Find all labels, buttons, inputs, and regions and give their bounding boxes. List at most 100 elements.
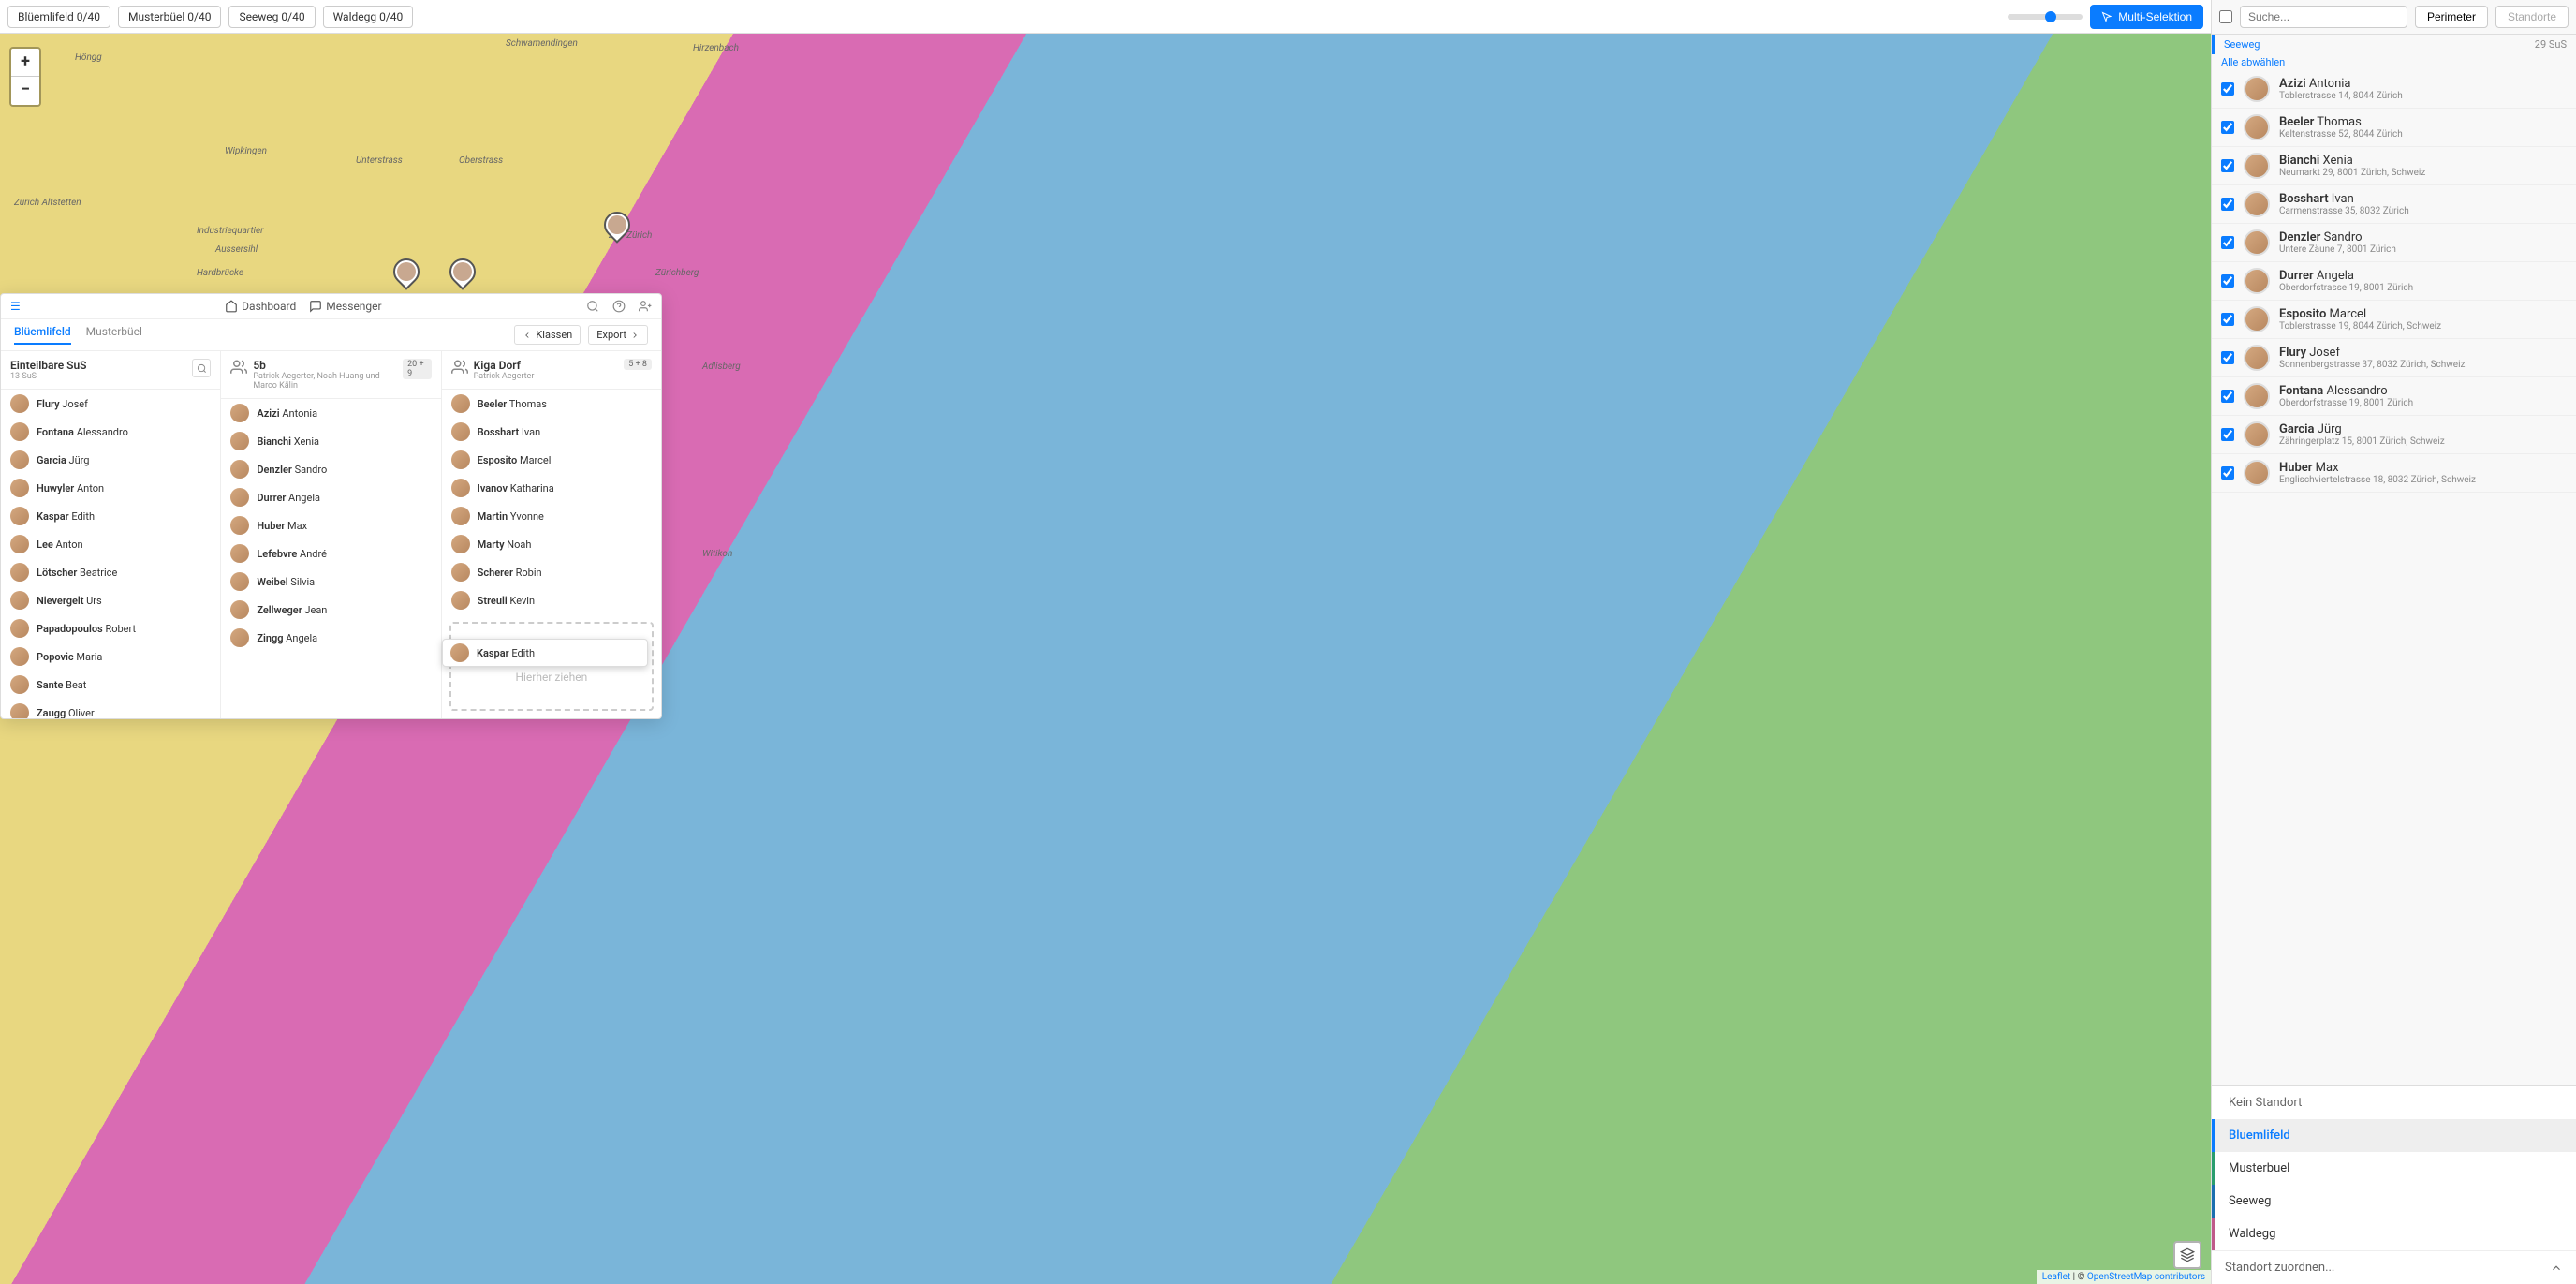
student-row[interactable]: Durrer AngelaOberdorfstrasse 19, 8001 Zü… (2212, 262, 2576, 301)
student-pin[interactable] (444, 253, 481, 290)
deselect-all-link[interactable]: Alle abwählen (2212, 54, 2576, 70)
student-row[interactable]: Denzler SandroUntere Zäune 7, 8001 Züric… (2212, 224, 2576, 262)
chip-bluemlifeld[interactable]: Blüemlifeld 0/40 (7, 6, 110, 28)
list-item[interactable]: Streuli Kevin (442, 586, 661, 614)
list-item[interactable]: Sante Beat (1, 671, 220, 699)
nav-dashboard[interactable]: Dashboard (225, 300, 296, 313)
list-item[interactable]: Bianchi Xenia (221, 427, 440, 455)
chip-waldegg[interactable]: Waldegg 0/40 (323, 6, 414, 28)
assign-waldegg[interactable]: Waldegg (2212, 1218, 2576, 1250)
list-item[interactable]: Zaugg Oliver (1, 699, 220, 718)
chip-musterbuel[interactable]: Musterbüel 0/40 (118, 6, 221, 28)
search-icon[interactable] (586, 300, 599, 313)
student-checkbox[interactable] (2221, 159, 2234, 172)
float-header: ☰ Dashboard Messenger (1, 294, 661, 319)
list-item[interactable]: Lee Anton (1, 530, 220, 558)
search-input[interactable] (2240, 6, 2407, 28)
assign-musterbuel[interactable]: Musterbuel (2212, 1152, 2576, 1185)
map-place-label: Zürich Altstetten (14, 198, 81, 208)
col-sub: 13 SuS (10, 372, 87, 381)
list-item[interactable]: Denzler Sandro (221, 455, 440, 483)
tab-musterbuel[interactable]: Musterbüel (86, 325, 142, 345)
student-checkbox[interactable] (2221, 313, 2234, 326)
layers-icon (2180, 1247, 2195, 1262)
osm-link[interactable]: OpenStreetMap contributors (2087, 1272, 2205, 1282)
opacity-slider[interactable] (2008, 14, 2083, 20)
list-item[interactable]: Scherer Robin (442, 558, 661, 586)
layers-button[interactable] (2173, 1241, 2201, 1269)
list-item[interactable]: Bosshart Ivan (442, 418, 661, 446)
assign-seeweg[interactable]: Seeweg (2212, 1185, 2576, 1218)
assign-bluemlifeld[interactable]: Bluemlifeld (2212, 1119, 2576, 1152)
student-checkbox[interactable] (2221, 236, 2234, 249)
list-item[interactable]: Beeler Thomas (442, 390, 661, 418)
student-row[interactable]: Esposito MarcelToblerstrasse 19, 8044 Zü… (2212, 301, 2576, 339)
list-item[interactable]: Fontana Alessandro (1, 418, 220, 446)
list-item[interactable]: Kaspar Edith (1, 502, 220, 530)
list-item[interactable]: Esposito Marcel (442, 446, 661, 474)
col-search-button[interactable] (192, 359, 211, 377)
multi-select-button[interactable]: Multi-Selektion (2090, 5, 2203, 29)
list-item[interactable]: Lötscher Beatrice (1, 558, 220, 586)
student-row[interactable]: Garcia JürgZähringerplatz 15, 8001 Züric… (2212, 416, 2576, 454)
list-item[interactable]: Zellweger Jean (221, 596, 440, 624)
student-checkbox[interactable] (2221, 198, 2234, 211)
student-row[interactable]: Flury JosefSonnenbergstrasse 37, 8032 Zü… (2212, 339, 2576, 377)
home-icon (225, 300, 238, 313)
list-item[interactable]: Huwyler Anton (1, 474, 220, 502)
drag-chip[interactable]: Kaspar Edith (442, 639, 648, 667)
perimeter-button[interactable]: Perimeter (2415, 6, 2488, 28)
list-item[interactable]: Ivanov Katharina (442, 474, 661, 502)
sidebar: Perimeter Standorte Seeweg 29 SuS Alle a… (2211, 0, 2576, 1284)
student-checkbox[interactable] (2221, 466, 2234, 480)
select-all-checkbox[interactable] (2219, 10, 2232, 23)
section-name: Seeweg (2224, 38, 2535, 51)
list-item[interactable]: Martin Yvonne (442, 502, 661, 530)
avatar (2244, 383, 2270, 409)
assign-footer[interactable]: Standort zuordnen... (2212, 1250, 2576, 1284)
list-item[interactable]: Garcia Jürg (1, 446, 220, 474)
student-row[interactable]: Bosshart IvanCarmenstrasse 35, 8032 Züri… (2212, 185, 2576, 224)
zoom-in-button[interactable]: + (11, 49, 39, 77)
tab-bluemlifeld[interactable]: Blüemlifeld (14, 325, 71, 345)
student-row[interactable]: Azizi AntoniaToblerstrasse 14, 8044 Züri… (2212, 70, 2576, 109)
student-pin[interactable] (388, 253, 425, 290)
nav-messenger[interactable]: Messenger (309, 300, 381, 313)
list-item[interactable]: Flury Josef (1, 390, 220, 418)
student-checkbox[interactable] (2221, 274, 2234, 288)
list-item[interactable]: Zingg Angela (221, 624, 440, 652)
student-checkbox[interactable] (2221, 82, 2234, 96)
student-checkbox[interactable] (2221, 390, 2234, 403)
list-item[interactable]: Weibel Silvia (221, 568, 440, 596)
list-item[interactable]: Azizi Antonia (221, 399, 440, 427)
list-item[interactable]: Marty Noah (442, 530, 661, 558)
hamburger-icon[interactable]: ☰ (10, 300, 21, 313)
list-item[interactable]: Nievergelt Urs (1, 586, 220, 614)
list-item[interactable]: Papadopoulos Robert (1, 614, 220, 642)
list-item[interactable]: Lefebvre André (221, 539, 440, 568)
student-row[interactable]: Bianchi XeniaNeumarkt 29, 8001 Zürich, S… (2212, 147, 2576, 185)
add-user-icon[interactable] (639, 300, 652, 313)
student-checkbox[interactable] (2221, 428, 2234, 441)
list-item[interactable]: Durrer Angela (221, 483, 440, 511)
help-icon[interactable] (612, 300, 626, 313)
zoom-out-button[interactable]: − (11, 77, 39, 105)
avatar (451, 450, 470, 469)
map-place-label: Unterstrass (356, 155, 403, 166)
chip-seeweg[interactable]: Seeweg 0/40 (228, 6, 315, 28)
avatar (2244, 345, 2270, 371)
map-place-label: Zürichberg (655, 268, 699, 278)
assign-none[interactable]: Kein Standort (2212, 1086, 2576, 1119)
leaflet-link[interactable]: Leaflet (2042, 1272, 2070, 1282)
student-checkbox[interactable] (2221, 351, 2234, 364)
standorte-button[interactable]: Standorte (2495, 6, 2569, 28)
student-row[interactable]: Huber MaxEnglischviertelstrasse 18, 8032… (2212, 454, 2576, 493)
export-button[interactable]: Export (588, 325, 648, 345)
student-list: Azizi AntoniaToblerstrasse 14, 8044 Züri… (2212, 70, 2576, 1085)
klassen-button[interactable]: Klassen (514, 325, 581, 345)
student-row[interactable]: Fontana AlessandroOberdorfstrasse 19, 80… (2212, 377, 2576, 416)
student-row[interactable]: Beeler ThomasKeltenstrasse 52, 8044 Züri… (2212, 109, 2576, 147)
list-item[interactable]: Huber Max (221, 511, 440, 539)
student-checkbox[interactable] (2221, 121, 2234, 134)
list-item[interactable]: Popovic Maria (1, 642, 220, 671)
